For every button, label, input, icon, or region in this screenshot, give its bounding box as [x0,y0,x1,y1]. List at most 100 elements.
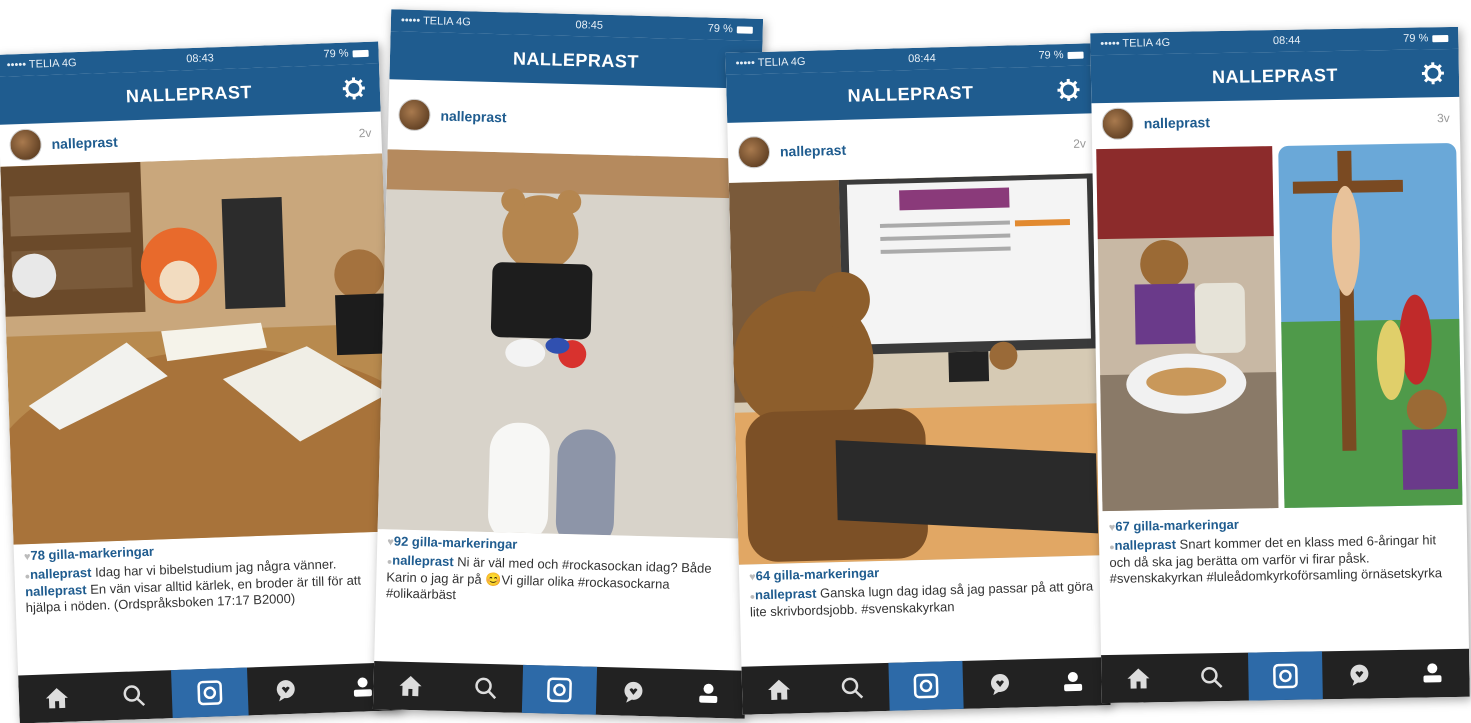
username-link[interactable]: nalleprast [51,125,359,152]
profile-icon [349,674,376,701]
avatar[interactable] [1101,108,1134,141]
post-caption: 92 gilla-markeringar nalleprast Ni är vä… [376,529,750,611]
post-caption: 78 gilla-markeringar nalleprast Idag har… [14,531,398,616]
caption-line: nalleprast Snart kommer det en klass med… [1109,532,1458,587]
caption-line: nalleprast Ni är väl med och #rockasocka… [386,552,739,610]
tab-home[interactable] [373,661,449,711]
gear-icon[interactable] [341,76,366,101]
tab-home[interactable] [741,665,816,715]
profile-icon [1060,669,1087,696]
post-header: nalleprast 2v [727,113,1096,183]
tab-activity[interactable] [596,667,672,717]
post-caption: 64 gilla-markeringar nalleprast Ganska l… [739,555,1108,621]
activity-bubble-icon [621,679,648,706]
nav-bar: NALLEPRAST [726,65,1095,123]
avatar[interactable] [738,136,771,169]
photo-desk-work [729,173,1107,565]
carrier-label: ••••• TELIA 4G [1100,37,1170,50]
gear-icon[interactable] [1421,61,1445,85]
phone-screen-4: ••••• TELIA 4G 08:44 79 % NALLEPRAST nal… [1090,27,1470,703]
tab-search[interactable] [815,663,890,713]
camera-icon [1271,662,1299,690]
clock: 08:44 [1273,35,1301,47]
gear-icon[interactable] [1056,78,1081,103]
tab-bar [18,662,401,723]
app-title: NALLEPRAST [847,82,974,106]
photo-rockasockan [378,149,760,539]
comment-username[interactable]: nalleprast [25,582,87,599]
activity-bubble-icon [986,671,1013,698]
photo-easter-collage [1092,139,1466,515]
caption-username[interactable]: nalleprast [1114,537,1176,553]
activity-bubble-icon [273,677,300,704]
carrier-label: ••••• TELIA 4G [736,56,806,70]
tab-bar [1101,649,1470,703]
battery: 79 % [1403,32,1448,45]
search-icon [839,674,866,701]
avatar[interactable] [398,98,431,131]
battery: 79 % [1038,49,1083,62]
post-photo[interactable] [0,153,395,544]
battery-icon [737,26,753,33]
tab-profile[interactable] [1036,657,1111,707]
caption-username[interactable]: nalleprast [755,586,817,603]
app-title: NALLEPRAST [513,48,640,72]
tab-activity[interactable] [247,665,325,716]
username-link[interactable]: nalleprast [1144,110,1438,131]
home-icon [397,673,424,700]
post-header: nalleprast [388,79,762,159]
tab-home[interactable] [18,673,96,723]
tab-search[interactable] [447,663,523,713]
phone-screen-3: ••••• TELIA 4G 08:44 79 % NALLEPRAST nal… [725,43,1110,714]
search-icon [1199,664,1225,690]
post-photo[interactable] [378,149,760,539]
search-icon [472,675,499,702]
username-link[interactable]: nalleprast [780,136,1074,160]
battery-icon [352,49,368,57]
tab-bar [741,657,1110,715]
carrier-label: ••••• TELIA 4G [401,15,471,29]
nav-bar: NALLEPRAST [389,31,762,89]
tab-profile[interactable] [670,669,746,719]
caption-line: nalleprast Ganska lugn dag idag så jag p… [749,578,1098,620]
tab-home[interactable] [1101,654,1175,703]
photo-bible-study [0,153,395,544]
camera-icon [545,676,574,705]
carrier-label: ••••• TELIA 4G [7,57,77,71]
tab-search[interactable] [94,670,172,721]
camera-icon [912,672,941,701]
tab-camera[interactable] [522,665,598,715]
clock: 08:43 [186,52,214,65]
app-title: NALLEPRAST [1212,64,1338,87]
post-age: 3v [1437,111,1450,125]
activity-bubble-icon [1346,661,1372,687]
profile-icon [695,680,722,707]
tab-camera[interactable] [171,667,249,718]
search-icon [120,682,147,709]
battery-icon [1432,35,1448,42]
app-title: NALLEPRAST [126,81,253,106]
clock: 08:45 [575,19,603,32]
username-link[interactable]: nalleprast [440,108,750,132]
tab-search[interactable] [1175,653,1249,702]
tab-camera[interactable] [1248,651,1322,700]
tab-camera[interactable] [889,661,964,711]
profile-icon [1419,660,1445,686]
tab-activity[interactable] [1322,650,1396,699]
post-age: 2v [358,126,371,140]
post-caption: 67 gilla-markeringar nalleprast Snart ko… [1099,509,1468,587]
caption-username[interactable]: nalleprast [30,565,92,582]
battery: 79 % [323,47,368,61]
post-photo[interactable] [1092,139,1466,515]
tab-profile[interactable] [1395,649,1469,698]
tab-bar [373,661,746,719]
caption-username[interactable]: nalleprast [392,552,454,569]
battery-icon [1067,51,1083,58]
clock: 08:44 [908,52,936,65]
post-header: nalleprast 3v [1091,97,1460,145]
post-photo[interactable] [729,173,1107,565]
tab-activity[interactable] [962,659,1037,709]
phone-screen-1: ••••• TELIA 4G 08:43 79 % NALLEPRAST nal… [0,42,402,723]
camera-icon [195,678,224,707]
avatar[interactable] [9,128,42,161]
